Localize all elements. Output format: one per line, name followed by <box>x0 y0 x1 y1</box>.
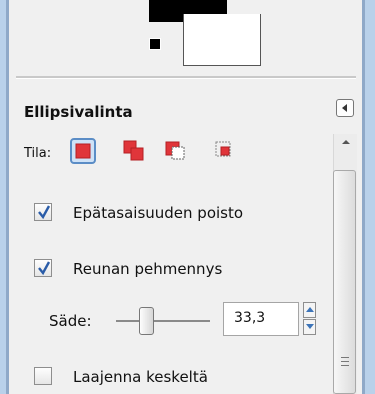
replace-selection-icon <box>75 143 91 159</box>
radius-label: Säde: <box>49 312 92 330</box>
intersect-mode-button[interactable] <box>212 138 238 164</box>
checkmark-icon <box>38 205 51 220</box>
add-selection-icon <box>123 140 144 161</box>
intersect-selection-icon <box>215 141 231 157</box>
feather-label[interactable]: Reunan pehmennys <box>73 260 222 278</box>
window-frame-right <box>362 0 375 394</box>
collapse-panel-button[interactable] <box>336 99 354 117</box>
window-frame-left <box>0 0 9 394</box>
mode-label: Tila: <box>24 146 52 161</box>
expand-center-checkbox[interactable] <box>34 367 52 385</box>
subtract-mode-button[interactable] <box>162 138 188 164</box>
feather-checkbox[interactable] <box>34 259 52 277</box>
tool-options-title: Ellipsivalinta <box>24 103 133 121</box>
radius-slider-thumb[interactable] <box>139 307 154 335</box>
grip-line <box>341 365 349 366</box>
antialias-label[interactable]: Epätasaisuuden poisto <box>73 204 243 222</box>
default-colors-icon[interactable] <box>149 38 173 62</box>
triangle-left-icon <box>342 104 347 112</box>
foreground-color-swatch[interactable] <box>149 0 227 22</box>
expand-center-label[interactable]: Laajenna keskeltä <box>73 368 208 386</box>
background-color-swatch[interactable] <box>183 14 261 66</box>
spin-up-button[interactable] <box>303 302 316 318</box>
radius-input[interactable]: 33,3 <box>223 302 299 336</box>
radius-slider-track[interactable] <box>116 320 210 322</box>
color-swatch-area <box>9 0 362 78</box>
subtract-selection-icon <box>165 141 185 160</box>
add-mode-button[interactable] <box>121 138 147 164</box>
antialias-checkbox[interactable] <box>34 203 52 221</box>
panel-divider <box>16 76 356 79</box>
replace-mode-button[interactable] <box>70 138 96 164</box>
grip-line <box>341 361 349 362</box>
spin-down-button[interactable] <box>303 319 316 335</box>
scroll-up-arrow-icon[interactable] <box>342 140 350 144</box>
checkmark-icon <box>38 261 51 276</box>
grip-line <box>341 357 349 358</box>
